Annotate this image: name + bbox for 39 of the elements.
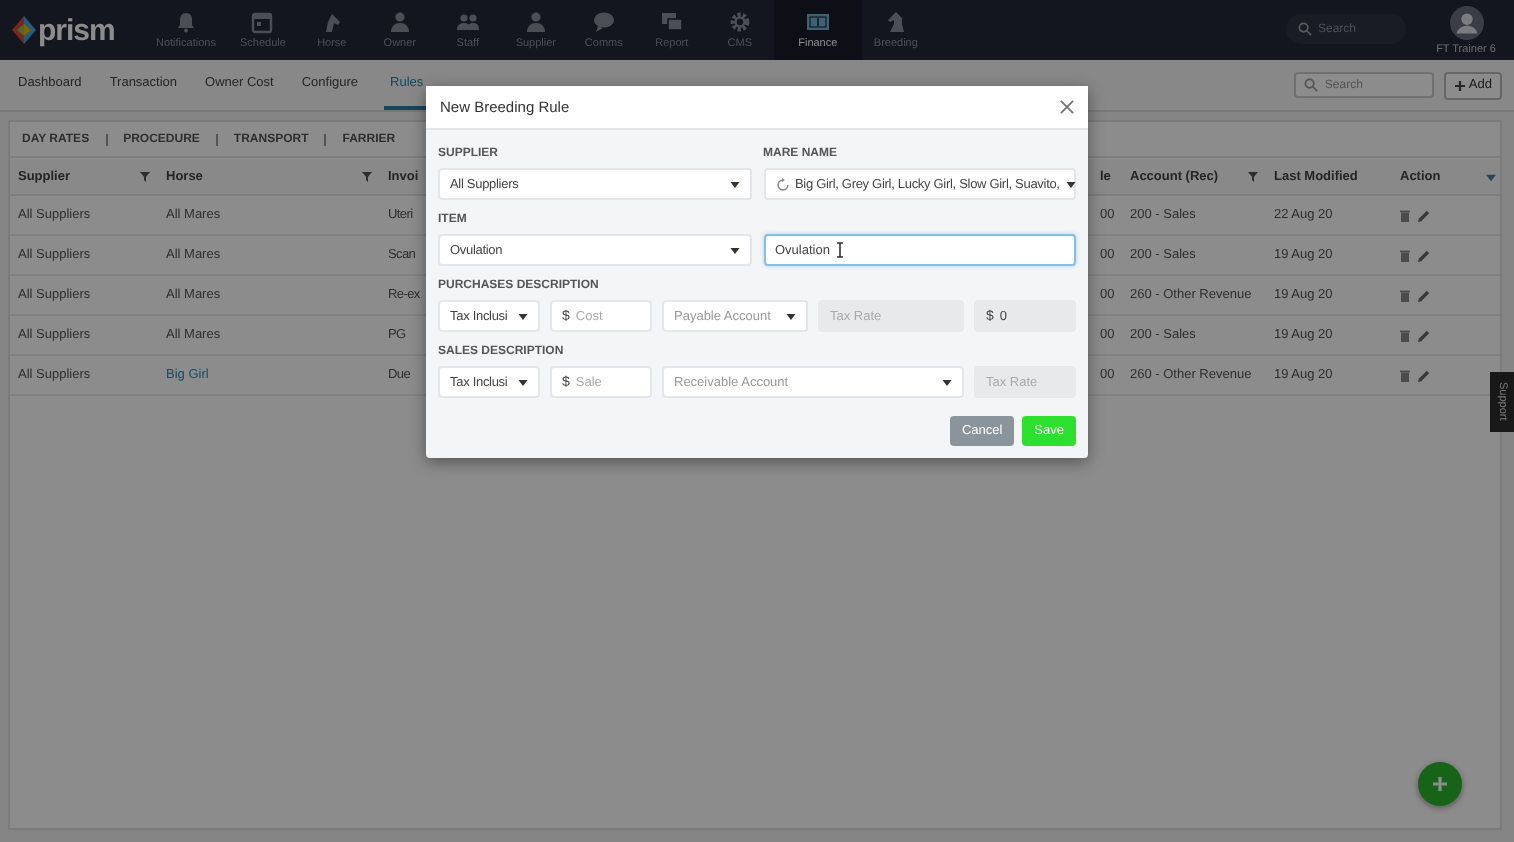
caret-down-icon	[518, 379, 528, 385]
trash-icon	[1400, 369, 1410, 381]
speech-bubble-icon	[591, 10, 616, 34]
caret-down-icon	[1065, 181, 1076, 187]
people-icon	[455, 10, 480, 34]
trash-icon	[1400, 249, 1410, 261]
pencil-icon	[1418, 329, 1430, 341]
close-button[interactable]	[1058, 98, 1076, 116]
prism-logo-icon	[12, 16, 36, 44]
text-cursor-icon	[835, 242, 844, 258]
avatar-icon	[1449, 5, 1483, 39]
search-icon	[1298, 22, 1312, 36]
pencil-icon	[1418, 289, 1430, 301]
search-icon	[1304, 78, 1319, 92]
caret-down-icon	[1486, 173, 1496, 181]
caret-down-icon	[729, 181, 739, 187]
screens-icon	[659, 10, 684, 34]
caret-down-icon	[942, 379, 952, 385]
plus-icon	[1432, 776, 1448, 792]
trash-icon	[1400, 209, 1410, 221]
caret-down-icon	[729, 247, 739, 253]
pencil-icon	[1418, 369, 1430, 381]
bell-icon	[173, 10, 198, 34]
plus-icon	[1454, 79, 1467, 91]
trash-icon	[1400, 289, 1410, 301]
person-icon	[387, 10, 412, 34]
caret-down-icon	[518, 313, 528, 319]
trash-icon	[1400, 329, 1410, 341]
person-icon	[523, 10, 548, 34]
close-icon	[1060, 100, 1074, 114]
pencil-icon	[1418, 209, 1430, 221]
logo-text: prism	[38, 13, 115, 47]
calendar-icon	[250, 10, 275, 34]
knight-icon	[883, 10, 908, 34]
gear-icon	[727, 10, 752, 34]
banknote-icon	[805, 10, 830, 34]
pencil-icon	[1418, 249, 1430, 261]
caret-down-icon	[786, 313, 796, 319]
refresh-icon	[775, 177, 789, 191]
